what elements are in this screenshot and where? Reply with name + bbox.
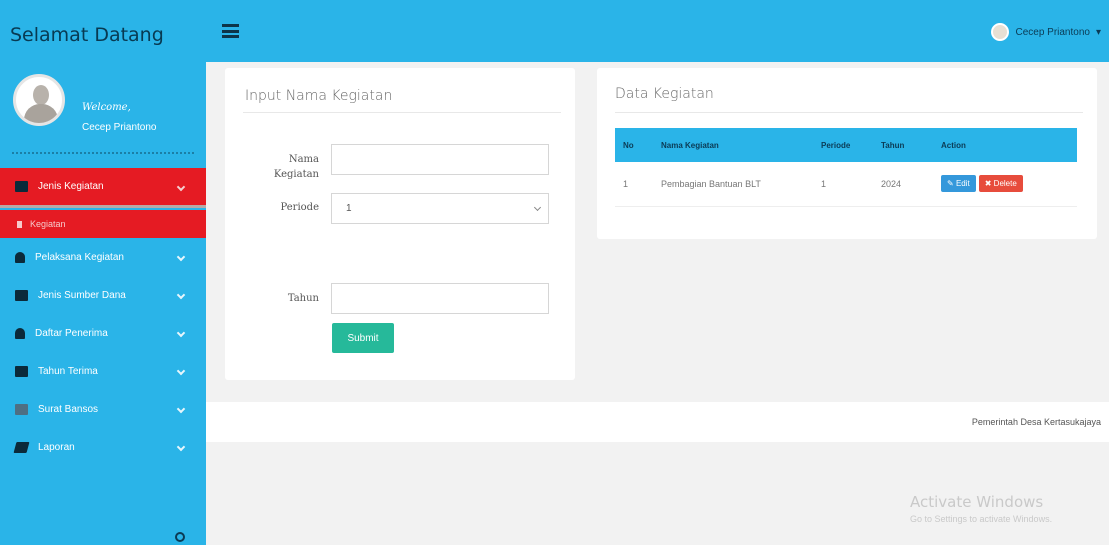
tahun-label: Tahun: [287, 293, 319, 304]
sidebar-item-tahun-terima[interactable]: Tahun Terima: [0, 352, 206, 390]
chevron-down-icon: [176, 328, 186, 338]
chevron-down-icon: [176, 442, 186, 452]
briefcase-icon: [15, 181, 28, 192]
user-icon: [17, 220, 22, 228]
sidebar-item-jenis-kegiatan[interactable]: Jenis Kegiatan: [0, 168, 206, 208]
sidebar-item-label: Daftar Penerima: [35, 327, 108, 339]
sidebar-item-daftar-penerima[interactable]: Daftar Penerima: [0, 314, 206, 352]
divider: [12, 152, 194, 168]
panel-title: Data Kegiatan: [615, 86, 714, 102]
edit-label: Edit: [955, 179, 970, 189]
chevron-down-icon: [176, 182, 186, 192]
submenu-label: Kegiatan: [30, 219, 66, 229]
chevron-down-icon: [176, 404, 186, 414]
nama-kegiatan-label: Nama Kegiatan: [273, 154, 319, 180]
column-header: Tahun: [881, 140, 905, 150]
sidebar-item-label: Jenis Sumber Dana: [38, 289, 126, 301]
chevron-down-icon: [176, 290, 186, 300]
chevron-down-icon: [176, 252, 186, 262]
submit-button[interactable]: Submit: [332, 323, 394, 353]
sidebar-item-pelaksana[interactable]: Pelaksana Kegiatan: [0, 238, 206, 276]
sidebar-item-label: Pelaksana Kegiatan: [35, 251, 124, 263]
column-header: No: [623, 140, 634, 150]
profile-name: Cecep Priantono: [82, 122, 157, 133]
column-header: Action: [941, 140, 966, 150]
column-header: Nama Kegiatan: [661, 140, 719, 150]
sidebar: Welcome, Cecep Priantono Jenis Kegiatan …: [0, 62, 206, 545]
periode-label: Periode: [280, 202, 319, 213]
footer: Pemerintah Desa Kertasukajaya: [206, 402, 1109, 442]
calendar-icon: [15, 365, 28, 377]
cell-action: ✎ Edit ✖ Delete: [933, 162, 1077, 207]
welcome-text: Welcome,: [82, 102, 131, 113]
periode-select[interactable]: 1: [331, 193, 549, 224]
chevron-down-icon: [533, 203, 542, 212]
submenu-item-kegiatan[interactable]: Kegiatan: [0, 210, 206, 238]
edit-button[interactable]: ✎ Edit: [941, 175, 976, 193]
sidebar-item-label: Jenis Kegiatan: [38, 181, 104, 192]
delete-label: Delete: [993, 179, 1017, 189]
activate-windows-watermark: Activate Windows: [910, 493, 1044, 511]
divider: [615, 112, 1083, 113]
sidebar-item-laporan[interactable]: Laporan: [0, 428, 206, 466]
report-icon: [13, 441, 30, 453]
profile-section: Welcome, Cecep Priantono: [0, 62, 206, 152]
menu-toggle-icon[interactable]: [222, 24, 239, 38]
input-panel: Input Nama Kegiatan Nama Kegiatan Period…: [225, 68, 575, 380]
panel-title: Input Nama Kegiatan: [245, 88, 393, 104]
avatar: [13, 74, 65, 126]
cell-tahun: 2024: [873, 162, 933, 207]
user-icon: [15, 327, 25, 339]
sidebar-item-sumber-dana[interactable]: Jenis Sumber Dana: [0, 276, 206, 314]
cell-periode: 1: [813, 162, 873, 207]
sidebar-item-label: Laporan: [38, 441, 75, 453]
pencil-icon: ✎: [947, 179, 954, 189]
sidebar-item-label: Tahun Terima: [38, 365, 98, 377]
sidebar-item-label: Surat Bansos: [38, 403, 99, 415]
table-icon: [15, 403, 28, 415]
table-header: No Nama Kegiatan Periode Tahun Action: [615, 128, 1077, 162]
trash-icon: ✖: [984, 179, 992, 189]
user-name: Cecep Priantono: [1015, 26, 1090, 38]
table-row: 1 Pembagian Bantuan BLT 1 2024 ✎ Edit ✖ D…: [615, 162, 1077, 207]
avatar-icon: [991, 23, 1010, 41]
data-table: No Nama Kegiatan Periode Tahun Action 1 …: [615, 128, 1077, 207]
nama-kegiatan-input[interactable]: [331, 144, 549, 175]
chevron-down-icon: [176, 366, 186, 376]
user-icon: [15, 251, 25, 263]
column-header: Periode: [821, 140, 851, 150]
power-icon[interactable]: [175, 532, 185, 542]
cell-nama: Pembagian Bantuan BLT: [653, 162, 813, 207]
divider: [243, 112, 561, 113]
tahun-input[interactable]: [331, 283, 549, 314]
periode-value: 1: [346, 203, 352, 214]
sidebar-item-surat-bansos[interactable]: Surat Bansos: [0, 390, 206, 428]
cell-no: 1: [615, 162, 653, 207]
chevron-down-icon: ▾: [1095, 26, 1101, 38]
footer-text: Pemerintah Desa Kertasukajaya: [971, 417, 1101, 427]
delete-button[interactable]: ✖ Delete: [978, 175, 1023, 193]
money-icon: [15, 289, 28, 301]
data-panel: Data Kegiatan No Nama Kegiatan Periode T…: [597, 68, 1097, 239]
user-dropdown[interactable]: Cecep Priantono ▾: [991, 23, 1101, 41]
activate-windows-hint: Go to Settings to activate Windows.: [910, 514, 1053, 524]
brand-title[interactable]: Selamat Datang: [0, 0, 206, 62]
